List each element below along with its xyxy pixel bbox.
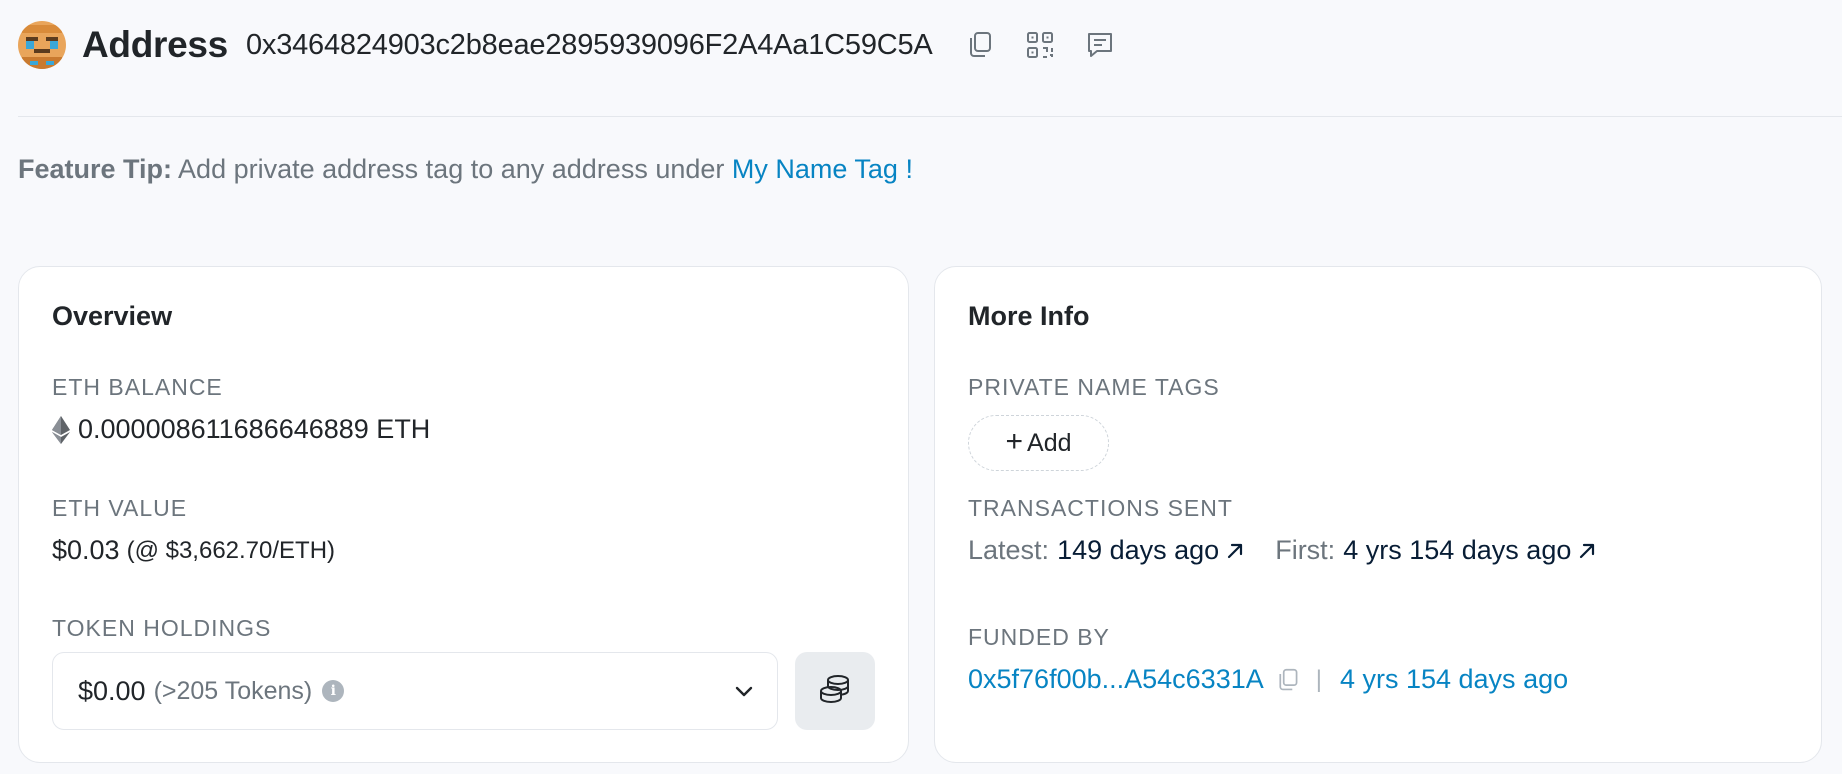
plus-icon: +	[1005, 424, 1024, 458]
info-icon[interactable]: i	[322, 680, 345, 702]
funded-by-age-link[interactable]: 4 yrs 154 days ago	[1340, 664, 1568, 695]
latest-tx-label: Latest:	[968, 535, 1050, 565]
eth-value-label: ETH VALUE	[52, 495, 188, 521]
transactions-sent-label: TRANSACTIONS SENT	[968, 495, 1233, 521]
add-name-tag-button[interactable]: + Add	[968, 415, 1109, 471]
arrow-up-right-icon	[1580, 543, 1595, 558]
token-holdings-count: (>205 Tokens)	[153, 676, 313, 705]
overview-title: Overview	[52, 301, 173, 331]
overview-card: Overview ETH BALANCE 0.00000861168664688…	[18, 266, 909, 763]
page-title: Address	[82, 24, 228, 65]
latest-tx-link[interactable]: 149 days ago	[1057, 535, 1245, 566]
eth-balance: 0.000008611686646889 ETH	[52, 414, 430, 445]
token-holdings-dropdown[interactable]: $0.00 (>205 Tokens) i	[52, 652, 778, 730]
add-name-tag-label: Add	[1027, 428, 1072, 457]
copy-icon[interactable]	[1276, 667, 1300, 693]
comment-icon[interactable]	[1083, 28, 1117, 62]
private-name-tags-label: PRIVATE NAME TAGS	[968, 374, 1220, 400]
arrow-up-right-icon	[1228, 543, 1243, 558]
chevron-down-icon	[733, 680, 755, 707]
copy-icon[interactable]	[963, 28, 997, 62]
address-hash: 0x3464824903c2b8eae2895939096F2A4Aa1C59C…	[245, 28, 933, 61]
eth-balance-value: 0.000008611686646889 ETH	[78, 414, 431, 444]
more-info-card: More Info PRIVATE NAME TAGS + Add TRANSA…	[934, 266, 1822, 763]
my-name-tag-link[interactable]: My Name Tag !	[732, 154, 913, 184]
token-holdings-amount: $0.00	[78, 675, 146, 706]
first-tx-link[interactable]: 4 yrs 154 days ago	[1343, 535, 1597, 566]
feature-tip-label: Feature Tip:	[18, 154, 173, 184]
eth-value: $0.03 (@ $3,662.70/ETH)	[52, 535, 335, 566]
token-holdings-button[interactable]	[795, 652, 875, 730]
eth-value-usd: $0.03	[52, 535, 120, 565]
ethereum-icon	[52, 415, 70, 444]
separator: |	[1315, 665, 1322, 693]
more-info-title: More Info	[968, 301, 1090, 331]
eth-price: (@ $3,662.70/ETH)	[126, 536, 336, 564]
page-header: Address 0x3464824903c2b8eae2895939096F2A…	[18, 18, 1143, 72]
funded-by: 0x5f76f00b...A54c6331A | 4 yrs 154 days …	[968, 664, 1568, 695]
token-holdings-label: TOKEN HOLDINGS	[52, 615, 272, 641]
qr-code-icon[interactable]	[1023, 28, 1057, 62]
first-tx-label: First:	[1275, 535, 1336, 565]
header-divider	[18, 116, 1842, 117]
funded-by-address-link[interactable]: 0x5f76f00b...A54c6331A	[968, 664, 1264, 695]
first-tx-value: 4 yrs 154 days ago	[1343, 535, 1572, 565]
address-avatar	[18, 21, 66, 69]
latest-tx-value: 149 days ago	[1057, 535, 1220, 565]
funded-by-label: FUNDED BY	[968, 624, 1110, 650]
feature-tip: Feature Tip: Add private address tag to …	[18, 154, 913, 185]
coins-icon	[818, 673, 852, 710]
eth-balance-label: ETH BALANCE	[52, 374, 223, 400]
transactions-sent: Latest: 149 days ago First: 4 yrs 154 da…	[968, 535, 1597, 566]
feature-tip-text: Add private address tag to any address u…	[172, 154, 732, 184]
